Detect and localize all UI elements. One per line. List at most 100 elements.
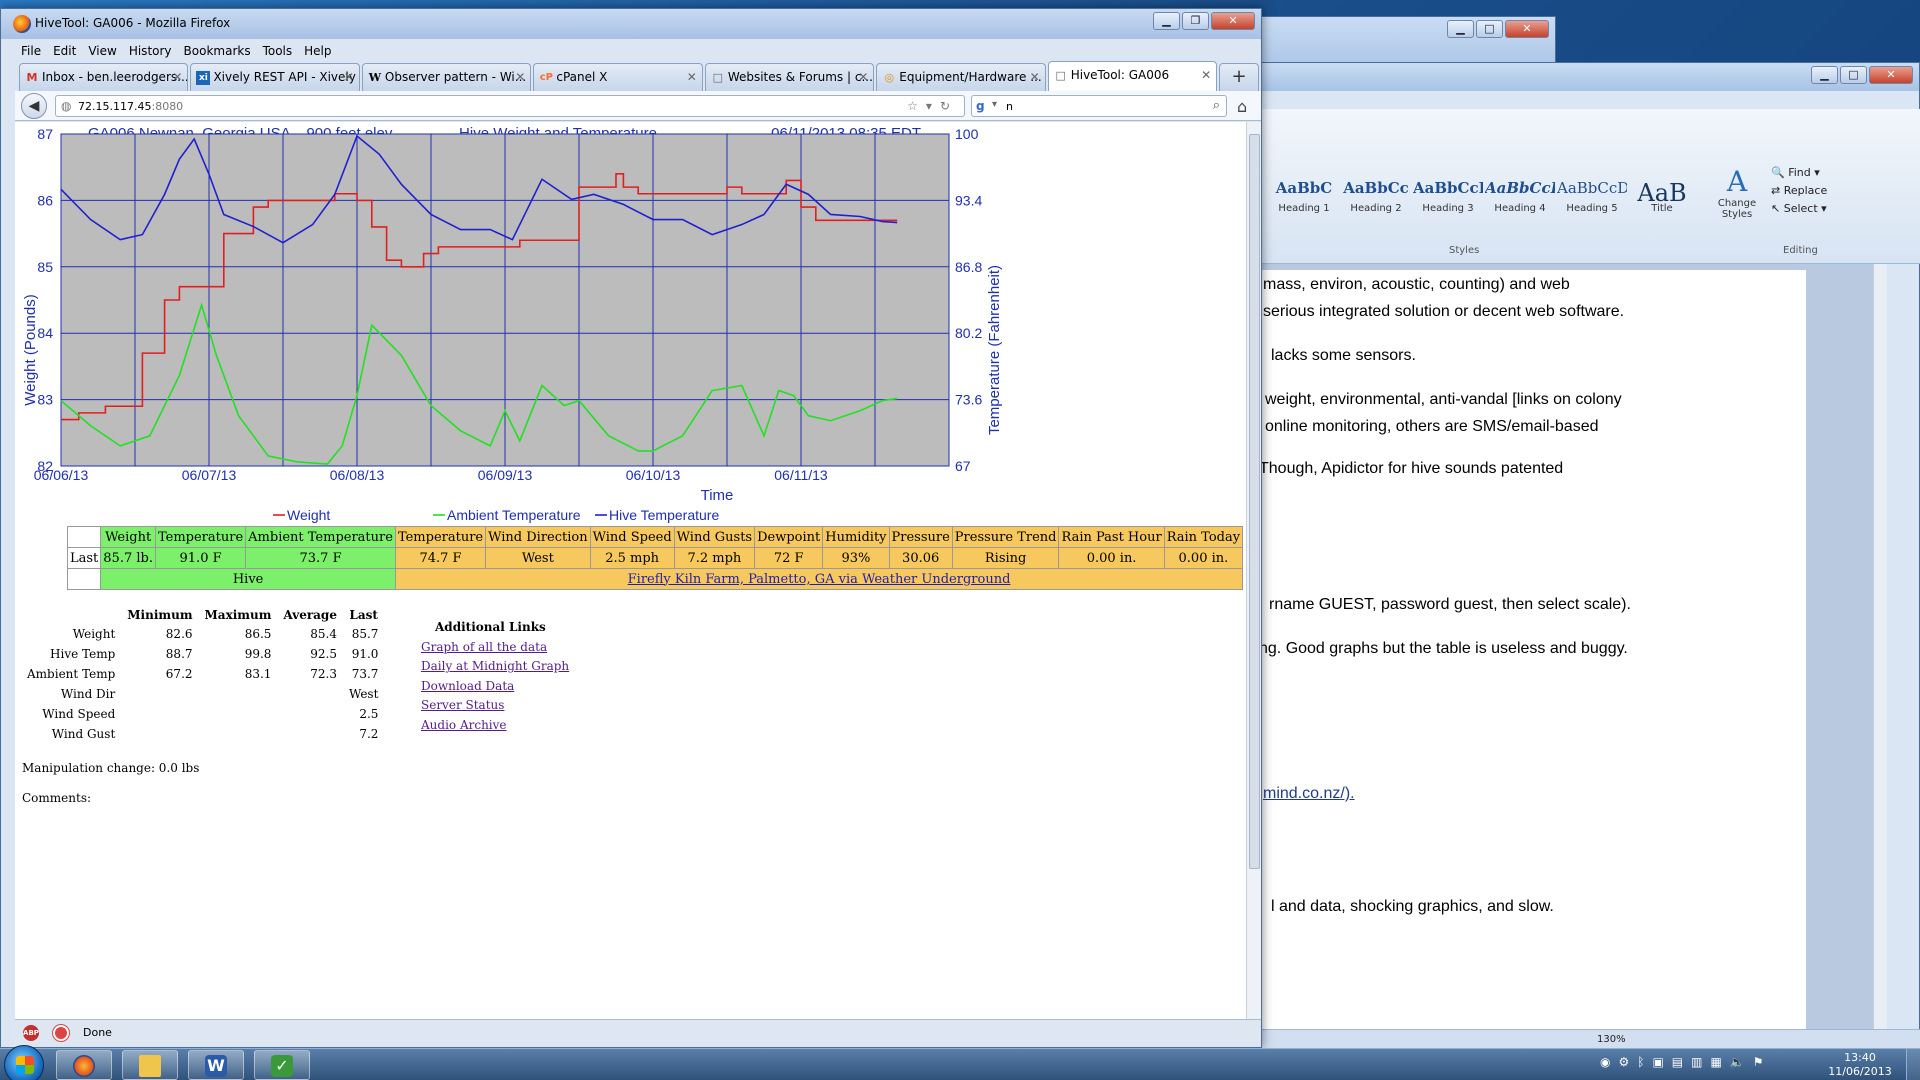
stats-avg: 85.4 [310, 627, 337, 641]
style-sample: AaB [1637, 179, 1687, 203]
taskbar-word[interactable]: W [188, 1050, 244, 1080]
clock-date: 11/06/2013 [1828, 1065, 1892, 1078]
replace-button[interactable]: ⇄ Replace [1771, 182, 1827, 200]
style-heading-2[interactable]: AaBbCc Heading 2 [1341, 179, 1411, 223]
menu-bookmarks[interactable]: Bookmarks [178, 40, 257, 62]
tab-cpanel[interactable]: cP cPanel X ✕ [533, 63, 703, 91]
taskbar-explorer[interactable] [122, 1050, 178, 1080]
stats-max: 99.8 [244, 647, 272, 661]
search-bar[interactable]: g ▾ n ⌕ [971, 95, 1227, 117]
y2-tick-label: 73.6 [955, 392, 982, 408]
start-button[interactable] [4, 1045, 44, 1080]
url-port: :8080 [151, 100, 184, 113]
menu-edit[interactable]: Edit [47, 40, 82, 62]
volume-icon[interactable]: 🔈 [1730, 1055, 1745, 1069]
tab-close-icon[interactable]: ✕ [1030, 70, 1040, 84]
clock[interactable]: 13:40 11/06/2013 [1820, 1051, 1900, 1079]
maximize-button[interactable]: □ [1476, 20, 1503, 38]
word-vertical-scrollbar[interactable] [1873, 264, 1887, 1034]
close-button[interactable]: ✕ [1211, 12, 1255, 30]
table-header: Ambient Temperature [245, 526, 396, 548]
show-desktop-button[interactable] [1906, 1049, 1920, 1080]
style-heading-3[interactable]: AaBbCcI Heading 3 [1413, 179, 1483, 223]
doc-text-line: online monitoring, others are SMS/email-… [1265, 418, 1599, 435]
additional-links: Additional Links Graph of all the data D… [421, 618, 569, 736]
network-icon[interactable]: ▦ [1710, 1055, 1721, 1069]
styles-group-label: Styles [1449, 245, 1480, 256]
tray-icon[interactable]: ▥ [1691, 1055, 1702, 1069]
tab-equipment-hardware[interactable]: ◎ Equipment/Hardware ... ✕ [876, 63, 1046, 91]
tab-close-icon[interactable]: ✕ [1201, 68, 1211, 82]
engine-dropdown-icon[interactable]: ▾ [992, 99, 997, 110]
minimize-button[interactable]: ▁ [1447, 20, 1474, 38]
table-row-label: Last [66, 547, 102, 569]
style-heading-4[interactable]: AaBbCcD Heading 4 [1485, 179, 1555, 223]
style-heading-5[interactable]: AaBbCcD Heading 5 [1557, 179, 1627, 223]
history-dropdown-icon[interactable]: ▾ [926, 99, 940, 113]
minimize-button[interactable]: ▁ [1811, 66, 1838, 84]
home-icon[interactable]: ⌂ [1237, 97, 1247, 116]
tab-close-icon[interactable]: ✕ [172, 70, 182, 84]
url-bar[interactable]: ◍ 72.15.117.45:8080 ☆▾↻ [55, 95, 965, 117]
find-button[interactable]: 🔍 Find ▾ [1771, 164, 1827, 182]
tab-close-icon[interactable]: ✕ [515, 70, 525, 84]
search-icon[interactable]: ⌕ [1213, 98, 1220, 113]
reload-icon[interactable]: ↻ [940, 99, 958, 113]
new-tab-button[interactable]: + [1219, 63, 1260, 91]
style-title[interactable]: AaB Title [1627, 179, 1697, 223]
tray-icon[interactable]: ⚙ [1618, 1055, 1629, 1069]
tray-icon[interactable]: ◉ [1600, 1055, 1610, 1069]
adblock-icon[interactable]: ABP [23, 1025, 39, 1041]
extension-icon[interactable] [53, 1025, 69, 1041]
tab-websites-forums[interactable]: □ Websites & Forums | c... ✕ [704, 63, 875, 91]
select-button[interactable]: ↖ Select ▾ [1771, 200, 1827, 218]
taskbar-project[interactable]: ✓ [254, 1050, 310, 1080]
firefox-titlebar: HiveTool: GA006 - Mozilla Firefox ▁ ❐ ✕ [1, 9, 1261, 39]
menu-tools[interactable]: Tools [257, 40, 299, 62]
y-tick-label: 83 [37, 392, 53, 408]
link-daily-midnight-graph[interactable]: Daily at Midnight Graph [421, 657, 569, 677]
minimize-button[interactable]: ▁ [1153, 12, 1180, 30]
tab-close-icon[interactable]: ✕ [687, 70, 697, 84]
tray-icon[interactable]: ▣ [1652, 1055, 1663, 1069]
style-heading-1[interactable]: AaBbC Heading 1 [1269, 179, 1339, 223]
link-download-data[interactable]: Download Data [421, 677, 569, 697]
scrollbar-thumb[interactable] [1249, 134, 1260, 869]
restore-button[interactable]: ❐ [1182, 12, 1209, 30]
close-button[interactable]: ✕ [1869, 66, 1913, 84]
maximize-button[interactable]: □ [1840, 66, 1867, 84]
page-icon: □ [1055, 69, 1066, 82]
link-audio-archive[interactable]: Audio Archive [421, 716, 569, 736]
tab-observer-pattern[interactable]: W Observer pattern - Wi... ✕ [361, 63, 532, 91]
weather-source-link[interactable]: Firefly Kiln Farm, Palmetto, GA via Weat… [628, 572, 1011, 587]
tab-inbox[interactable]: M Inbox - ben.leerodgers... ✕ [19, 63, 189, 91]
y-tick-label: 85 [37, 259, 53, 275]
page-vertical-scrollbar[interactable] [1246, 122, 1261, 1019]
document-page[interactable]: mass, environ, acoustic, counting) and w… [1223, 270, 1806, 1050]
close-button[interactable]: ✕ [1505, 20, 1549, 38]
change-styles-button[interactable]: A Change Styles [1709, 165, 1765, 220]
menu-view[interactable]: View [82, 40, 122, 62]
taskbar-firefox[interactable] [56, 1050, 112, 1080]
tab-close-icon[interactable]: ✕ [858, 70, 868, 84]
search-input[interactable]: n [1006, 100, 1013, 113]
menu-help[interactable]: Help [298, 40, 337, 62]
link-server-status[interactable]: Server Status [421, 696, 569, 716]
link-graph-all-data[interactable]: Graph of all the data [421, 638, 569, 658]
doc-link-line[interactable]: mind.co.nz/). [1263, 785, 1355, 803]
tab-hivetool[interactable]: □ HiveTool: GA006 ✕ [1047, 61, 1218, 91]
tab-xively[interactable]: xi Xively REST API - Xively ✕ [190, 63, 360, 91]
menu-history[interactable]: History [123, 40, 178, 62]
bluetooth-icon[interactable]: ᛒ [1637, 1055, 1644, 1069]
tab-close-icon[interactable]: ✕ [344, 70, 354, 84]
bookmark-star-icon[interactable]: ☆ [907, 99, 926, 113]
back-button[interactable]: ◀ [21, 93, 47, 119]
flag-icon[interactable]: ⚑ [1753, 1055, 1764, 1069]
table-header: Humidity [822, 526, 890, 548]
style-name: Heading 3 [1422, 203, 1474, 214]
editing-group-label: Editing [1783, 245, 1818, 256]
menu-file[interactable]: File [15, 40, 47, 62]
table-header: Dewpoint [754, 526, 824, 548]
table-header: Pressure Trend [951, 526, 1060, 548]
tray-icon[interactable]: ▤ [1672, 1055, 1683, 1069]
